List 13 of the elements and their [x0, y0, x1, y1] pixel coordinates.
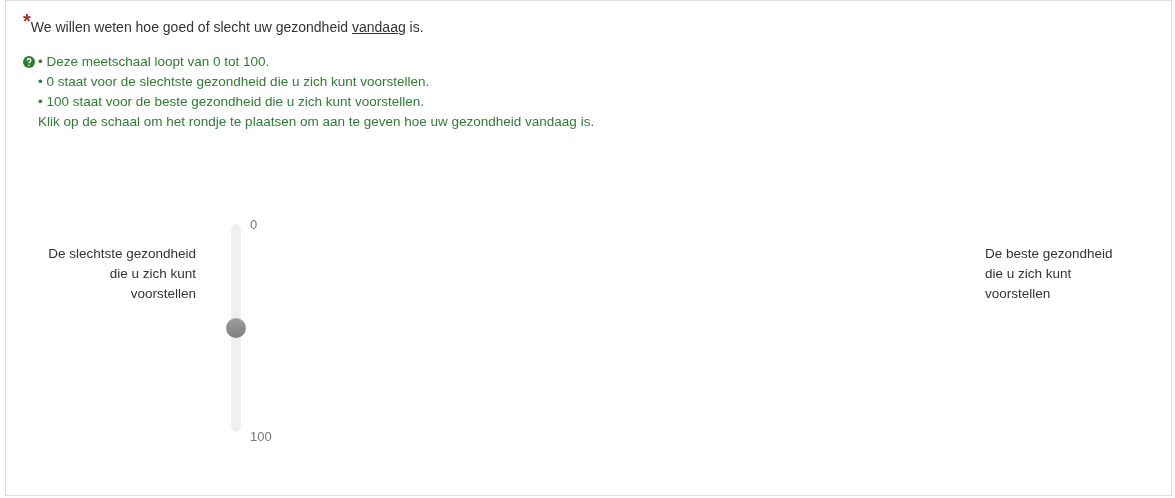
help-text: • Deze meetschaal loopt van 0 tot 100. — [38, 53, 270, 71]
help-text: • 0 staat voor de slechtste gezondheid die u zich kunt voorstellen. — [38, 73, 430, 91]
scale-min-label: De slechtste gezondheid die u zich kunt voorstellen — [47, 245, 196, 303]
help-text: • 100 staat voor de beste gezondheid die u zich kunt voorstellen. — [38, 93, 424, 111]
scale-max-label: De beste gezondheid die u zich kunt voorstellen — [985, 245, 1114, 303]
scale-top-value: 0 — [250, 216, 258, 234]
help-icon[interactable] — [23, 56, 35, 68]
vertical-slider[interactable] — [226, 224, 246, 432]
slider-thumb[interactable] — [226, 318, 246, 338]
question-text: We willen weten hoe goed of slecht uw gezondheid vandaag is. — [30, 19, 424, 37]
help-text: Klik op de schaal om het rondje te plaatsen om aan te geven hoe uw gezondheid vandaag is. — [38, 113, 595, 131]
required-mark: * — [23, 11, 31, 31]
scale-bottom-value: 100 — [250, 427, 272, 446]
